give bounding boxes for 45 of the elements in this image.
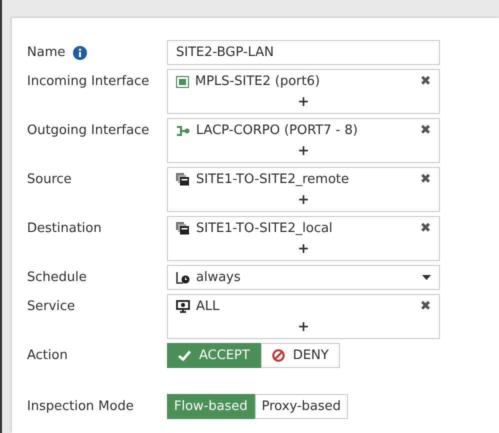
remove-icon[interactable]: ✖ [420, 299, 431, 314]
selected-entry: LACP-CORPO (PORT7 - 8) [196, 123, 359, 138]
clock-icon [176, 271, 190, 284]
field-label: Incoming Interface [27, 73, 150, 91]
remove-icon[interactable]: ✖ [420, 221, 431, 236]
toggle-option[interactable]: ACCEPT [167, 343, 261, 368]
multi-select-field[interactable]: MPLS-SITE2 (port6) ✖ + [167, 69, 440, 114]
address-icon [176, 222, 190, 235]
prohibited-icon [272, 349, 285, 362]
port-icon [176, 76, 189, 88]
add-entry-icon[interactable]: + [168, 93, 439, 113]
selected-entry: SITE1-TO-SITE2_local [196, 221, 334, 236]
field-label: Outgoing Interface [27, 122, 150, 140]
field-label: Destination [27, 220, 102, 238]
check-icon [178, 350, 191, 361]
remove-icon[interactable]: ✖ [420, 123, 431, 138]
field-label: Schedule [27, 269, 87, 287]
multi-select-field[interactable]: ALL ✖ + [167, 294, 440, 339]
name-field[interactable]: SITE2-BGP-LAN [167, 40, 440, 65]
toggle-option[interactable]: Proxy-based [254, 394, 348, 419]
address-icon [176, 173, 190, 186]
add-entry-icon[interactable]: + [168, 142, 439, 162]
field-label: Action [27, 347, 68, 365]
caret-icon [422, 275, 431, 280]
selected-entry: MPLS-SITE2 (port6) [195, 74, 321, 89]
toggle-option[interactable]: DENY [260, 343, 340, 368]
link-aggregate-icon [176, 124, 190, 136]
field-label: Inspection Mode [27, 398, 134, 416]
remove-icon[interactable]: ✖ [420, 172, 431, 187]
selected-entry: SITE1-TO-SITE2_remote [196, 172, 350, 187]
add-entry-icon[interactable]: + [168, 318, 439, 338]
multi-select-field[interactable]: LACP-CORPO (PORT7 - 8) ✖ + [167, 118, 440, 163]
selected-value: always [196, 270, 242, 285]
field-label: Name [27, 44, 66, 62]
toggle-option[interactable]: Flow-based [167, 394, 255, 419]
schedule-dropdown[interactable]: always [167, 265, 440, 290]
add-entry-icon[interactable]: + [168, 191, 439, 211]
field-label: Source [27, 171, 72, 189]
remove-icon[interactable]: ✖ [420, 74, 431, 89]
field-label: Service [27, 298, 76, 316]
multi-select-field[interactable]: SITE1-TO-SITE2_remote ✖ + [167, 167, 440, 212]
multi-select-field[interactable]: SITE1-TO-SITE2_local ✖ + [167, 216, 440, 261]
monitor-icon [176, 300, 190, 313]
add-entry-icon[interactable]: + [168, 240, 439, 260]
selected-entry: ALL [196, 299, 220, 314]
